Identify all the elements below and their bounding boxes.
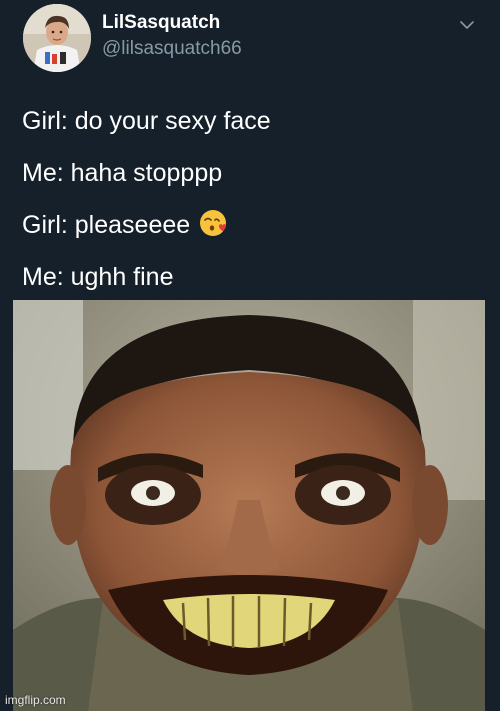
face-throwing-a-kiss-icon	[200, 210, 227, 237]
user-handle[interactable]: @lilsasquatch66	[102, 38, 242, 60]
display-name[interactable]: LilSasquatch	[102, 12, 220, 34]
avatar[interactable]	[23, 4, 91, 72]
tweet-text-line: Girl: do your sexy face	[22, 107, 271, 135]
grinning-man-photo	[13, 300, 485, 711]
tweet-card: LilSasquatch @lilsasquatch66 Girl: do yo…	[0, 0, 500, 711]
tweet-text-line: Me: haha stopppp	[22, 159, 223, 187]
tweet-text-line-with-emoji: Girl: pleaseeee	[22, 210, 228, 241]
tweet-media-image[interactable]	[13, 300, 485, 711]
tweet-text: Girl: pleaseeee	[22, 211, 191, 239]
imgflip-watermark: imgflip.com	[5, 693, 66, 707]
tweet-text-line: Me: ughh fine	[22, 263, 174, 291]
avatar-image	[23, 4, 91, 72]
chevron-down-icon[interactable]	[458, 18, 476, 32]
